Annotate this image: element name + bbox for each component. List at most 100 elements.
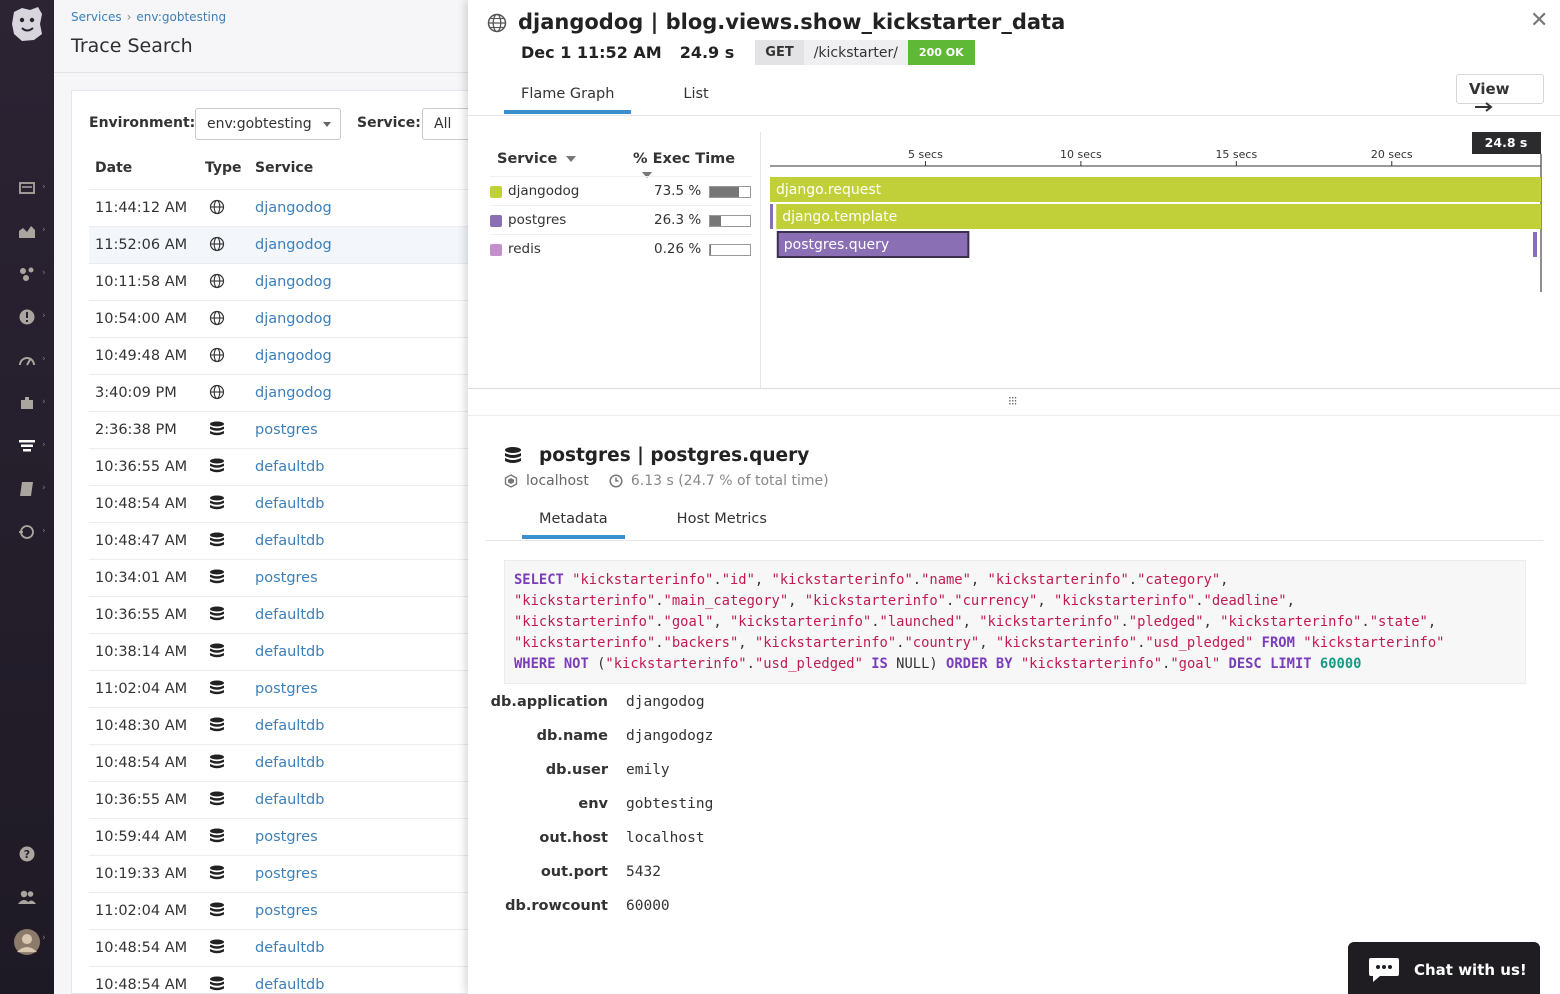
row-date: 2:36:38 PM [95,422,177,438]
metadata-key: db.name [536,728,608,744]
span-label[interactable]: postgres.query [784,237,889,253]
row-service-link[interactable]: defaultdb [255,607,324,623]
table-row[interactable]: 11:02:04 AM postgres [89,670,489,707]
table-row[interactable]: 10:48:54 AM defaultdb [89,485,489,522]
span-label[interactable]: django.template [782,209,897,225]
metadata-value: emily [626,762,670,778]
globe-icon [209,199,225,215]
monitors-icon[interactable] [16,306,38,328]
table-row[interactable]: 11:52:06 AM djangodog [89,226,489,263]
tab-list[interactable]: List [666,83,725,114]
table-row[interactable]: 11:02:04 AM postgres [89,892,489,929]
service-column-label: Service [497,151,558,167]
span-bar-postgres-end[interactable] [1533,232,1537,257]
span-metadata: db.application djangodog db.name djangodogz… [468,688,1168,926]
integrations-icon[interactable] [16,263,38,285]
row-service-link[interactable]: postgres [255,422,318,438]
database-icon [209,754,225,770]
row-service-link[interactable]: defaultdb [255,792,324,808]
table-row[interactable]: 10:48:54 AM defaultdb [89,929,489,966]
table-row[interactable]: 10:19:33 AM postgres [89,855,489,892]
table-row[interactable]: 3:40:09 PM djangodog [89,374,489,411]
help-icon[interactable]: ? [16,843,38,865]
row-service-link[interactable]: defaultdb [255,718,324,734]
breadcrumb-services[interactable]: Services [71,10,122,24]
chat-button[interactable]: Chat with us! [1348,942,1540,994]
service-name: postgres [508,212,567,228]
row-service-link[interactable]: defaultdb [255,496,324,512]
column-date[interactable]: Date [95,160,132,176]
apm-icon[interactable] [16,349,38,371]
row-service-link[interactable]: djangodog [255,348,332,364]
row-service-link[interactable]: postgres [255,681,318,697]
service-row[interactable]: djangodog 73.5 % [490,176,752,205]
database-icon [209,902,225,918]
puzzle-icon[interactable] [16,392,38,414]
span-bar-postgres-sliver[interactable] [770,204,773,229]
team-icon[interactable] [16,886,38,908]
globe-icon [209,273,225,289]
avatar[interactable] [13,928,41,956]
table-row[interactable]: 10:48:47 AM defaultdb [89,522,489,559]
row-service-link[interactable]: postgres [255,829,318,845]
tab-host-metrics[interactable]: Host Metrics [660,508,784,539]
table-row[interactable]: 2:36:38 PM postgres [89,411,489,448]
span-host: localhost [526,473,589,489]
table-row[interactable]: 10:36:55 AM defaultdb [89,781,489,818]
table-row[interactable]: 10:48:54 AM defaultdb [89,966,489,994]
column-service[interactable]: Service [255,160,313,176]
row-service-link[interactable]: djangodog [255,385,332,401]
row-service-link[interactable]: djangodog [255,311,332,327]
service-row[interactable]: postgres 26.3 % [490,205,752,234]
table-row[interactable]: 10:34:01 AM postgres [89,559,489,596]
row-service-link[interactable]: djangodog [255,237,332,253]
metadata-value: localhost [626,830,705,846]
table-row[interactable]: 10:48:54 AM defaultdb [89,744,489,781]
chevron-right-icon: › [42,225,46,235]
row-service-link[interactable]: defaultdb [255,940,324,956]
row-service-link[interactable]: defaultdb [255,533,324,549]
row-service-link[interactable]: postgres [255,903,318,919]
tab-flame-graph[interactable]: Flame Graph [504,83,632,114]
dashboard-icon[interactable] [16,177,38,199]
column-type[interactable]: Type [205,160,242,176]
tab-metadata[interactable]: Metadata [522,508,625,539]
row-service-link[interactable]: postgres [255,866,318,882]
logs-icon[interactable] [16,521,38,543]
row-service-link[interactable]: defaultdb [255,755,324,771]
table-row[interactable]: 10:49:48 AM djangodog [89,337,489,374]
chevron-right-icon: › [42,483,46,493]
span-label[interactable]: django.request [776,182,882,198]
service-row[interactable]: redis 0.26 % [490,234,752,263]
table-row[interactable]: 10:36:55 AM defaultdb [89,596,489,633]
row-service-link[interactable]: postgres [255,570,318,586]
metadata-key: out.host [539,830,608,846]
notebooks-icon[interactable] [16,478,38,500]
resize-handle[interactable]: ⁝⁝⁝ [468,388,1560,416]
environment-select[interactable]: env:gobtesting [195,108,341,140]
service-column-header[interactable]: Service [497,151,577,167]
row-date: 10:48:54 AM [95,977,188,993]
breadcrumb-env[interactable]: env:gobtesting [136,10,226,24]
database-icon [209,458,225,474]
close-icon[interactable]: ✕ [1530,8,1548,33]
environment-label: Environment: [89,115,196,131]
row-service-link[interactable]: djangodog [255,200,332,216]
table-row[interactable]: 10:38:14 AM defaultdb [89,633,489,670]
table-row[interactable]: 11:44:12 AM djangodog [89,189,489,226]
table-row[interactable]: 10:36:55 AM defaultdb [89,448,489,485]
table-row[interactable]: 10:54:00 AM djangodog [89,300,489,337]
view-button[interactable]: View [1456,74,1544,112]
sql-query: SELECT "kickstarterinfo"."id", "kickstar… [504,560,1526,684]
table-row[interactable]: 10:59:44 AM postgres [89,818,489,855]
row-service-link[interactable]: defaultdb [255,977,324,993]
row-service-link[interactable]: defaultdb [255,644,324,660]
table-row[interactable]: 10:11:58 AM djangodog [89,263,489,300]
span-bar-django-request[interactable] [770,177,1541,202]
row-service-link[interactable]: defaultdb [255,459,324,475]
table-row[interactable]: 10:48:30 AM defaultdb [89,707,489,744]
traces-icon[interactable] [16,435,38,457]
row-service-link[interactable]: djangodog [255,274,332,290]
metrics-icon[interactable] [16,220,38,242]
datadog-logo[interactable] [8,4,46,44]
